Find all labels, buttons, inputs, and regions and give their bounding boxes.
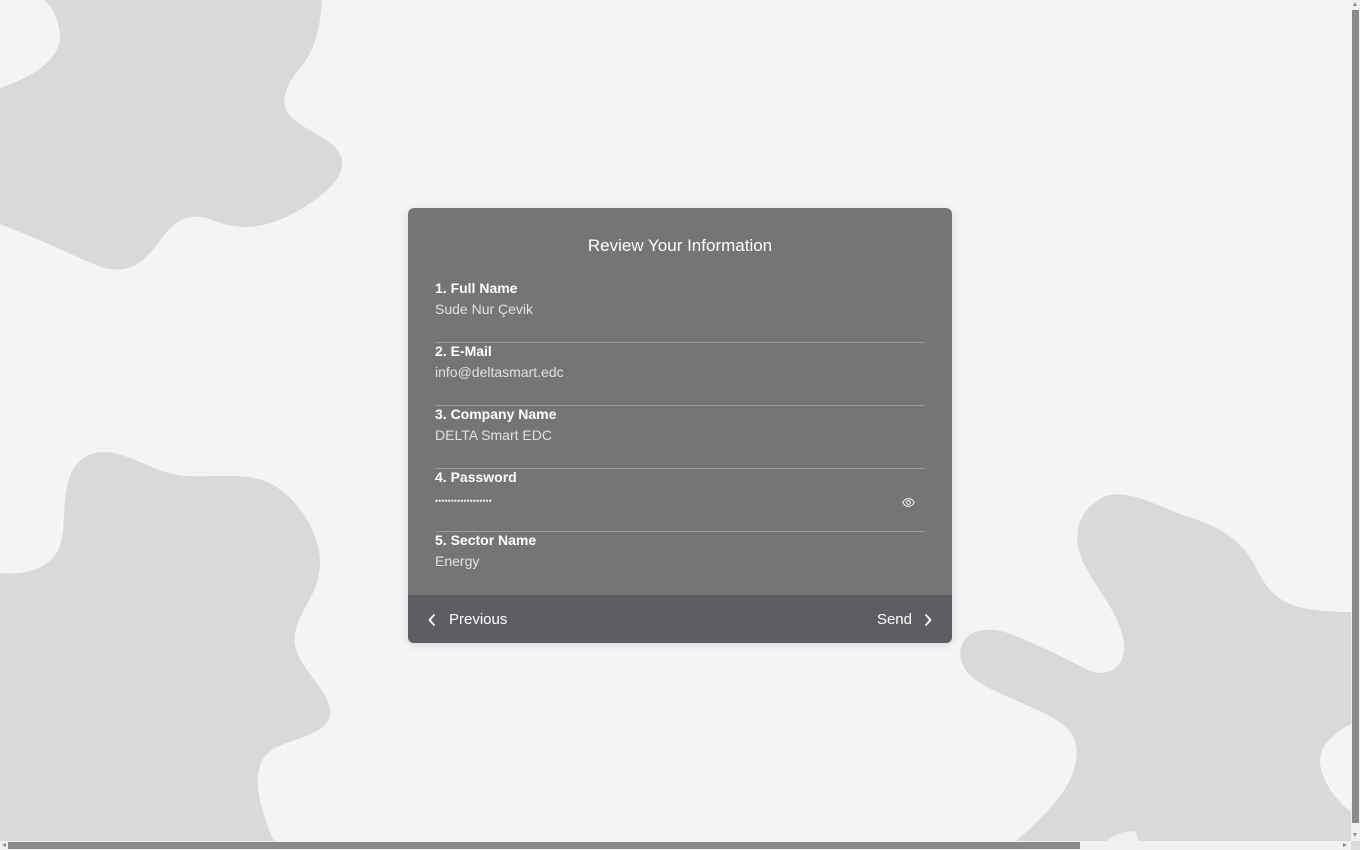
horizontal-scrollbar-thumb[interactable] [8, 842, 1080, 849]
vertical-scrollbar[interactable] [1351, 0, 1360, 841]
field-value: DELTA Smart EDC [435, 427, 552, 443]
field-password: 4. Password •••••••••••••••••• [435, 469, 925, 532]
review-fields-list: 1. Full Name Sude Nur Çevik 2. E-Mail in… [435, 280, 925, 594]
field-value: info@deltasmart.edc [435, 364, 564, 380]
field-value: Sude Nur Çevik [435, 301, 534, 317]
previous-button-label: Previous [449, 610, 508, 628]
horizontal-scrollbar[interactable] [0, 841, 1351, 850]
eye-icon[interactable] [902, 496, 915, 509]
decorative-blob-bottom-right [960, 494, 1351, 841]
decorative-blob-bottom-left [0, 452, 331, 841]
field-full-name: 1. Full Name Sude Nur Çevik [435, 280, 925, 343]
card-footer: Previous Send [408, 595, 952, 643]
field-label: 4. Password [435, 469, 517, 485]
field-label: 5. Sector Name [435, 532, 537, 548]
card-title: Review Your Information [587, 236, 773, 255]
decorative-blob-top-left [0, 0, 343, 270]
password-masked-value: •••••••••••••••••• [435, 496, 492, 506]
scrollbar-corner [1351, 841, 1360, 850]
field-label: 2. E-Mail [435, 343, 492, 359]
previous-button[interactable]: Previous [428, 595, 507, 643]
send-button[interactable]: Send [877, 595, 932, 643]
send-button-label: Send [876, 610, 912, 628]
scroll-left-arrow-icon[interactable] [2, 843, 6, 847]
field-sector-name: 5. Sector Name Energy [435, 532, 925, 594]
field-value: Energy [435, 553, 480, 569]
scroll-down-arrow-icon[interactable] [1353, 833, 1357, 837]
chevron-right-icon [924, 613, 932, 626]
field-label: 3. Company Name [435, 406, 557, 422]
chevron-left-icon [428, 613, 436, 626]
scroll-right-arrow-icon[interactable] [1343, 843, 1347, 847]
vertical-scrollbar-thumb[interactable] [1352, 10, 1359, 823]
field-company-name: 3. Company Name DELTA Smart EDC [435, 406, 925, 469]
scroll-up-arrow-icon[interactable] [1353, 2, 1357, 6]
review-card: Review Your Information 1. Full Name Sud… [408, 208, 952, 643]
field-label: 1. Full Name [435, 280, 518, 296]
page-background: Review Your Information 1. Full Name Sud… [0, 0, 1351, 841]
field-email: 2. E-Mail info@deltasmart.edc [435, 343, 925, 406]
